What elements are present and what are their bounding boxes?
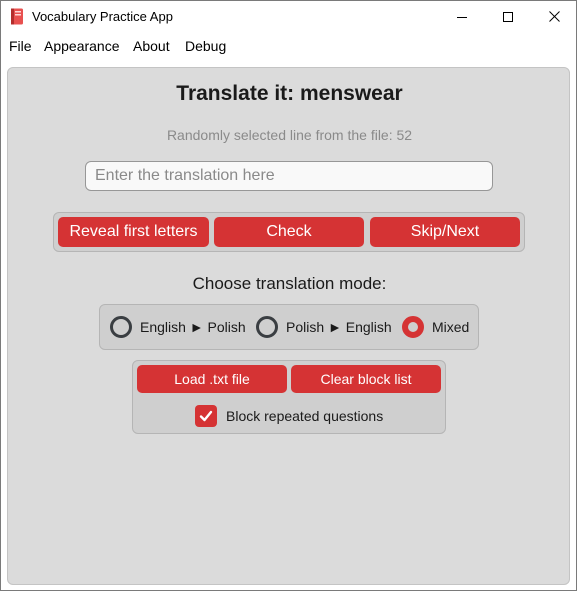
window-title: Vocabulary Practice App — [32, 9, 173, 24]
radio-icon — [256, 316, 278, 338]
minimize-icon — [457, 16, 467, 18]
book-icon — [10, 8, 24, 25]
line-number-info: Randomly selected line from the file: 52 — [166, 127, 413, 143]
file-options-group: Load .txt file Clear block list Block re… — [132, 360, 446, 434]
maximize-icon — [503, 11, 513, 22]
close-icon — [548, 11, 560, 22]
main-panel: Translate it: menswear Randomly selected… — [7, 67, 570, 585]
reveal-first-letters-button[interactable]: Reveal first letters — [58, 217, 209, 247]
minimize-button[interactable] — [439, 1, 485, 32]
radio-icon — [110, 316, 132, 338]
page-title: Translate it: menswear — [176, 82, 403, 105]
mode-mixed-radio[interactable]: Mixed — [402, 316, 469, 338]
close-button[interactable] — [531, 1, 577, 32]
menu-appearance[interactable]: Appearance — [44, 38, 120, 54]
mode-english-polish-radio[interactable]: English ► Polish — [110, 316, 246, 338]
app-window: Vocabulary Practice App File Appearance … — [0, 0, 577, 591]
translation-mode-label: Choose translation mode: — [192, 274, 387, 293]
check-button[interactable]: Check — [214, 217, 364, 247]
mode-label: Mixed — [432, 319, 470, 335]
translation-input[interactable] — [85, 161, 493, 191]
menu-debug[interactable]: Debug — [185, 38, 226, 54]
maximize-button[interactable] — [485, 1, 531, 32]
menu-about[interactable]: About — [133, 38, 170, 54]
load-txt-file-button[interactable]: Load .txt file — [137, 365, 287, 393]
mode-polish-english-radio[interactable]: Polish ► English — [256, 316, 392, 338]
skip-next-button[interactable]: Skip/Next — [370, 217, 520, 247]
menu-file[interactable]: File — [9, 38, 32, 54]
title-bar[interactable]: Vocabulary Practice App — [1, 1, 576, 32]
action-buttons-group: Reveal first letters Check Skip/Next — [53, 212, 525, 252]
mode-label: English ► Polish — [140, 319, 246, 335]
translation-mode-group: English ► Polish Polish ► English Mixed — [99, 304, 479, 350]
radio-selected-icon — [402, 316, 424, 338]
block-repeated-checkbox[interactable]: Block repeated questions — [195, 405, 383, 427]
clear-block-list-button[interactable]: Clear block list — [291, 365, 441, 393]
checkmark-icon — [195, 405, 217, 427]
block-repeated-label: Block repeated questions — [226, 408, 384, 424]
mode-label: Polish ► English — [286, 319, 392, 335]
menu-bar: File Appearance About Debug — [1, 32, 576, 60]
